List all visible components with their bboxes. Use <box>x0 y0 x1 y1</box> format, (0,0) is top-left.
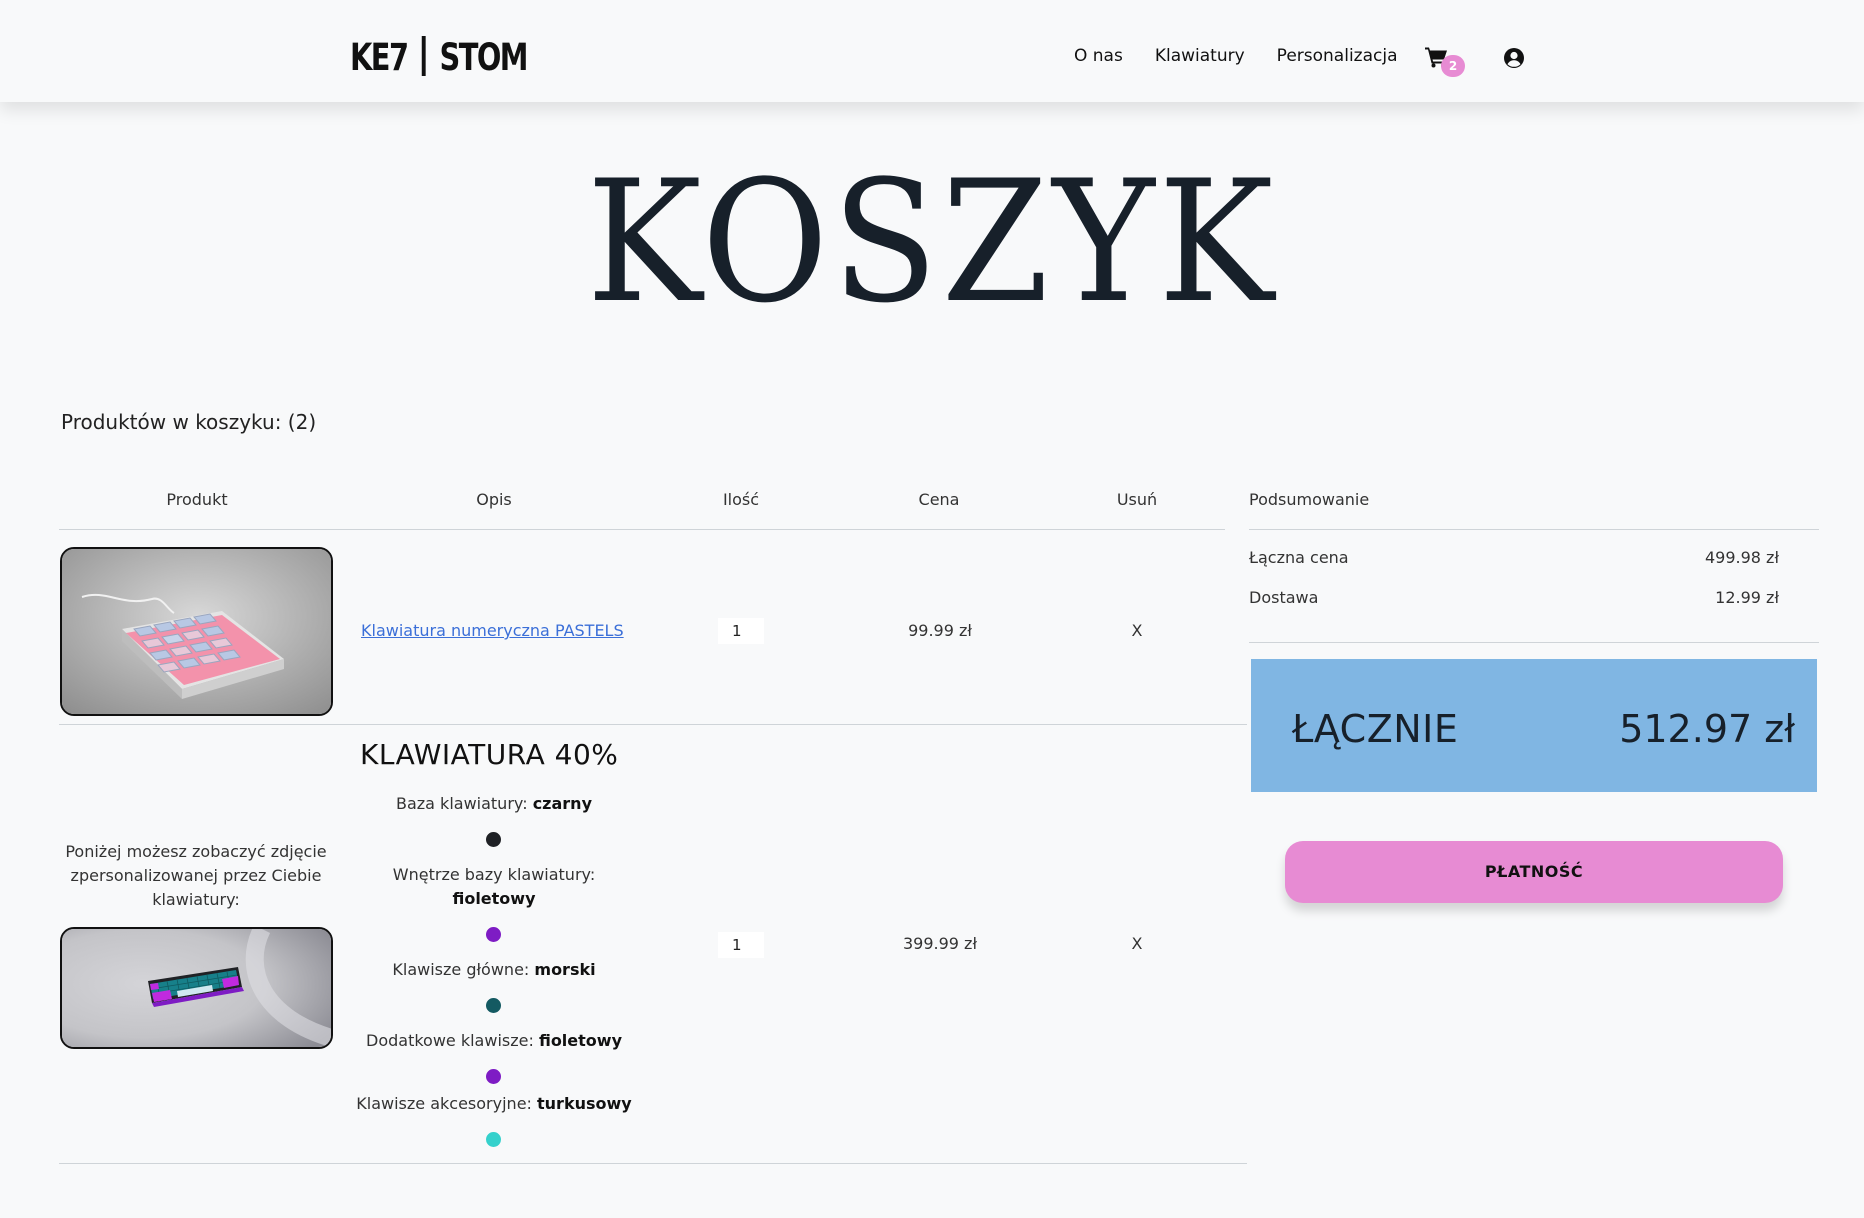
column-header-quantity: Ilość <box>722 490 760 509</box>
spec-extra-keys-label: Dodatkowe klawisze: <box>366 1031 534 1050</box>
summary-shipping-value: 12.99 zł <box>1715 588 1779 607</box>
spec-base-interior-value: fioletowy <box>452 889 536 908</box>
column-header-remove: Usuń <box>1116 490 1158 509</box>
summary-heading: Podsumowanie <box>1249 490 1370 509</box>
logo-right-text: STOM <box>439 36 528 79</box>
product-image-custom-keyboard <box>60 927 333 1049</box>
cart-count-badge: 2 <box>1441 55 1465 77</box>
spec-accessory-keys-value: turkusowy <box>537 1094 632 1113</box>
color-swatch-main-keys <box>486 998 501 1013</box>
summary-subtotal-label: Łączna cena <box>1249 548 1349 567</box>
product-image-numpad <box>60 547 333 716</box>
cart-product-count: Produktów w koszyku: (2) <box>61 410 317 434</box>
spec-accessory-keys: Klawisze akcesoryjne: turkusowy <box>344 1092 644 1116</box>
site-logo[interactable]: KE7 STOM <box>350 36 529 79</box>
price-numpad: 99.99 zł <box>908 621 972 640</box>
spec-main-keys-value: morski <box>534 960 596 979</box>
remove-item-custom-keyboard-button[interactable]: X <box>1127 934 1147 953</box>
summary-shipping-label: Dostawa <box>1249 588 1319 607</box>
summary-divider <box>1249 642 1819 643</box>
navbar: KE7 STOM O nas Klawiatury Personalizacja … <box>0 0 1864 102</box>
nav-link-personalization[interactable]: Personalizacja <box>1277 46 1398 66</box>
page-title: KOSZYK <box>586 144 1278 340</box>
table-header-divider <box>59 529 1225 530</box>
logo-left-text: KE7 <box>350 36 409 79</box>
total-box: ŁĄCZNIE 512.97 zł <box>1251 659 1817 792</box>
column-header-product: Produkt <box>166 490 228 509</box>
spec-base-interior: Wnętrze bazy klawiatury: fioletowy <box>344 863 644 911</box>
color-swatch-base <box>486 832 501 847</box>
color-swatch-base-interior <box>486 927 501 942</box>
spec-accessory-keys-label: Klawisze akcesoryjne: <box>356 1094 532 1113</box>
main-nav: O nas Klawiatury Personalizacja <box>1074 46 1430 66</box>
summary-header-divider <box>1249 529 1819 530</box>
custom-keyboard-title: KLAWIATURA 40% <box>360 738 619 771</box>
custom-keyboard-intro-text: Poniżej możesz zobaczyć zdjęcie zpersona… <box>65 842 327 909</box>
logo-divider <box>421 36 426 76</box>
spec-extra-keys-value: fioletowy <box>538 1031 622 1050</box>
payment-button[interactable]: PŁATNOŚĆ <box>1285 841 1783 903</box>
row-divider <box>59 724 1247 725</box>
spec-main-keys: Klawisze główne: morski <box>344 958 644 982</box>
spec-base-value: czarny <box>532 794 592 813</box>
total-value: 512.97 zł <box>1619 707 1795 751</box>
color-swatch-extra-keys <box>486 1069 501 1084</box>
nav-link-about[interactable]: O nas <box>1074 46 1123 66</box>
total-label: ŁĄCZNIE <box>1292 707 1459 751</box>
table-bottom-divider <box>59 1163 1247 1164</box>
spec-base-label: Baza klawiatury: <box>395 794 528 813</box>
color-swatch-accessory-keys <box>486 1132 501 1147</box>
nav-link-keyboards[interactable]: Klawiatury <box>1155 46 1245 66</box>
user-account-icon[interactable] <box>1503 47 1525 69</box>
quantity-input-custom-keyboard[interactable]: 1 <box>718 932 764 958</box>
spec-main-keys-label: Klawisze główne: <box>392 960 530 979</box>
column-header-price: Cena <box>918 490 960 509</box>
column-header-description: Opis <box>476 490 512 509</box>
remove-item-numpad-button[interactable]: X <box>1127 621 1147 640</box>
spec-base: Baza klawiatury: czarny <box>344 792 644 816</box>
price-custom-keyboard: 399.99 zł <box>902 934 977 953</box>
spec-base-interior-label: Wnętrze bazy klawiatury: <box>392 865 596 884</box>
summary-subtotal-value: 499.98 zł <box>1704 548 1779 567</box>
quantity-input-numpad[interactable]: 1 <box>718 618 764 644</box>
product-link-numpad-pastels[interactable]: Klawiatura numeryczna PASTELS <box>361 621 624 640</box>
spec-extra-keys: Dodatkowe klawisze: fioletowy <box>344 1029 644 1053</box>
